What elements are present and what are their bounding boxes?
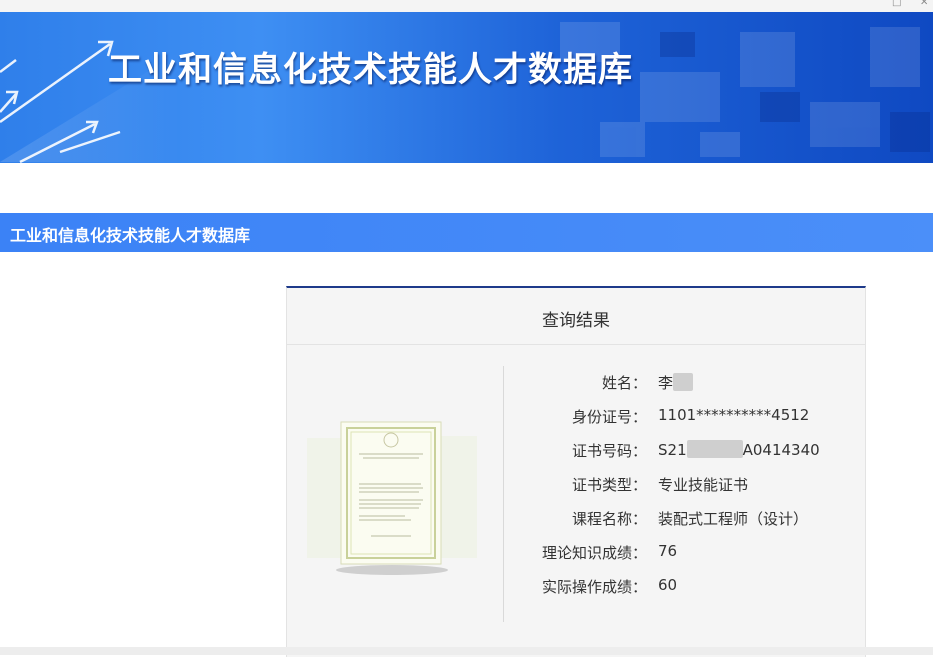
info-row-course: 课程名称： 装配式工程师（设计） xyxy=(517,508,857,532)
window-close-icon[interactable]: ✕ xyxy=(920,0,928,8)
info-row-practical-score: 实际操作成绩： 60 xyxy=(517,576,857,600)
redaction-block xyxy=(686,440,743,458)
result-card: 查询结果 姓名： 李 身份证号： 1101**********4512 证书号码… xyxy=(286,286,866,657)
cert-number-label: 证书号码： xyxy=(571,442,647,460)
certificate-image xyxy=(301,418,483,578)
info-row-theory-score: 理论知识成绩： 76 xyxy=(517,542,857,566)
window-restore-icon[interactable]: □ xyxy=(892,0,901,8)
header-banner: 工业和信息化技术技能人才数据库 xyxy=(0,12,933,163)
card-divider xyxy=(503,366,504,622)
course-value: 装配式工程师（设计） xyxy=(658,510,809,528)
course-label: 课程名称： xyxy=(571,510,647,528)
id-value: 1101**********4512 xyxy=(658,406,810,424)
banner-title: 工业和信息化技术技能人才数据库 xyxy=(108,50,633,90)
theory-score-value: 76 xyxy=(658,542,678,560)
info-row-cert-type: 证书类型： 专业技能证书 xyxy=(517,474,857,498)
info-row-id: 身份证号： 1101**********4512 xyxy=(517,406,857,430)
result-card-header: 查询结果 xyxy=(287,288,865,345)
practical-score-label: 实际操作成绩： xyxy=(541,578,647,596)
name-label: 姓名： xyxy=(601,374,647,392)
section-bar: 工业和信息化技术技能人才数据库 xyxy=(0,213,933,252)
cert-type-value: 专业技能证书 xyxy=(658,476,749,494)
bottom-strip xyxy=(0,647,933,655)
cert-type-label: 证书类型： xyxy=(571,476,647,494)
name-value: 李 xyxy=(658,372,694,393)
cert-number-value: S21 A0414340 xyxy=(658,440,820,459)
id-label: 身份证号： xyxy=(571,408,647,426)
result-card-title: 查询结果 xyxy=(542,311,610,331)
practical-score-value: 60 xyxy=(658,576,678,594)
info-row-cert-number: 证书号码： S21 A0414340 xyxy=(517,440,857,464)
theory-score-label: 理论知识成绩： xyxy=(541,544,647,562)
info-row-name: 姓名： 李 xyxy=(517,372,857,396)
redaction-block xyxy=(673,373,694,391)
section-title: 工业和信息化技术技能人才数据库 xyxy=(10,226,251,245)
